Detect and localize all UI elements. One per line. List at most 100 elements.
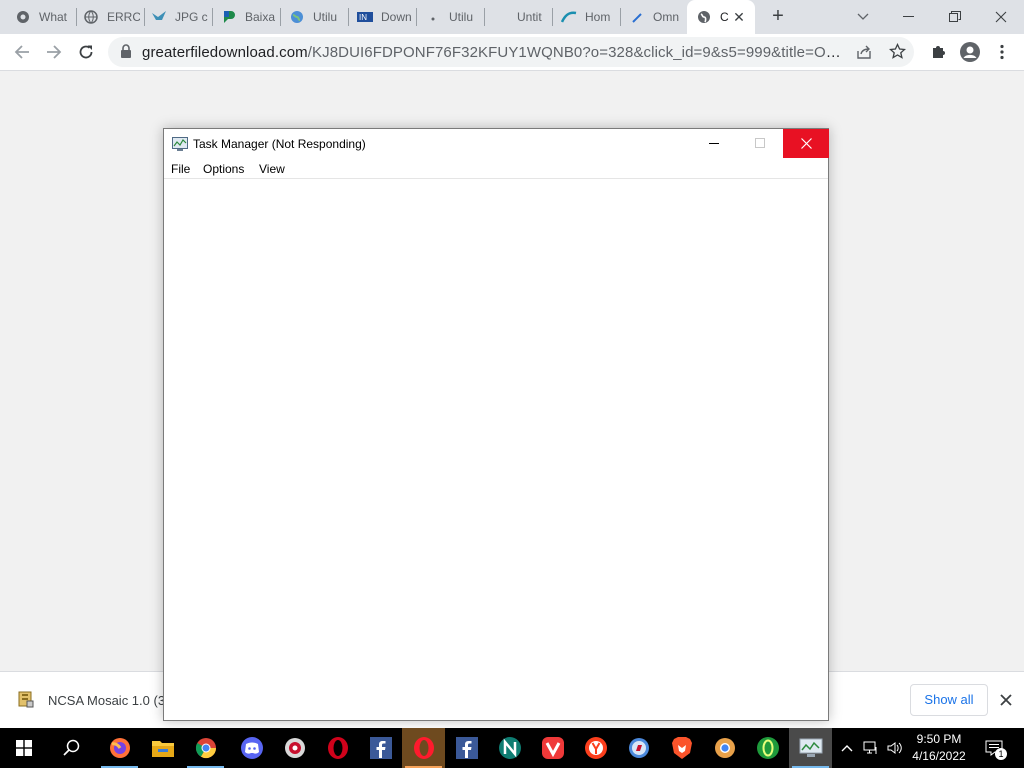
pen-icon	[629, 9, 645, 25]
facebook-icon	[455, 737, 478, 759]
restore-button[interactable]	[932, 0, 978, 34]
menu-options[interactable]: Options	[203, 162, 244, 176]
browser-tab[interactable]: Untit	[478, 0, 550, 34]
netscape-icon	[498, 737, 521, 759]
volume-control[interactable]	[884, 728, 906, 768]
network-status[interactable]	[860, 728, 882, 768]
clock-date: 4/16/2022	[912, 749, 966, 763]
tab-close-icon[interactable]: ✕	[731, 9, 747, 25]
taskbar-facebook-2[interactable]	[445, 728, 488, 768]
taskbar-firefox[interactable]	[98, 728, 141, 768]
brave-icon	[671, 737, 692, 759]
discord-icon	[240, 737, 263, 759]
extensions-button[interactable]	[924, 38, 952, 66]
action-center-button[interactable]: 1	[978, 728, 1010, 768]
browser-tab[interactable]: Utilu	[410, 0, 482, 34]
browser-tab[interactable]: Baixa	[206, 0, 278, 34]
taskbar-facebook[interactable]	[359, 728, 402, 768]
browser-tab[interactable]: What	[0, 0, 70, 34]
taskbar-chrome[interactable]	[184, 728, 227, 768]
task-manager-icon	[799, 738, 822, 757]
minimize-button[interactable]	[886, 0, 932, 34]
profile-button[interactable]	[956, 38, 984, 66]
back-button[interactable]	[8, 38, 36, 66]
tab-label: JPG c	[175, 10, 208, 24]
task-manager-icon	[172, 137, 188, 154]
tm-close-button[interactable]	[783, 129, 829, 158]
search-button[interactable]	[50, 728, 94, 768]
taskbar-vivaldi[interactable]	[531, 728, 574, 768]
url-text[interactable]: greaterfiledownload.com/KJ8DUI6FDPONF76F…	[142, 44, 852, 61]
task-manager-menubar: File Options View	[164, 159, 828, 179]
browser-tab[interactable]: Omn	[614, 0, 686, 34]
browser-tab[interactable]: JPG c	[136, 0, 208, 34]
task-manager-titlebar[interactable]: Task Manager (Not Responding)	[164, 129, 829, 159]
browser-tab-active[interactable]: C ✕	[687, 0, 755, 34]
new-tab-button[interactable]: +	[766, 5, 790, 29]
browser-tab[interactable]: Utilu	[274, 0, 346, 34]
speaker-icon	[887, 742, 902, 754]
taskbar-opera-gx[interactable]	[746, 728, 789, 768]
minimize-icon	[708, 142, 719, 144]
taskbar-netscape[interactable]	[488, 728, 531, 768]
address-bar[interactable]: greaterfiledownload.com/KJ8DUI6FDPONF76F…	[108, 37, 914, 67]
browser-tab[interactable]: ERRC	[68, 0, 140, 34]
gear-icon	[284, 738, 305, 758]
wave-icon	[561, 9, 577, 25]
browser-tab[interactable]: Hom	[546, 0, 618, 34]
taskbar-chrome-alt[interactable]	[703, 728, 746, 768]
tm-minimize-button[interactable]	[691, 129, 737, 158]
show-hidden-icons-button[interactable]	[836, 728, 858, 768]
tab-label: Down	[381, 10, 412, 24]
taskbar-opera-running[interactable]	[402, 728, 445, 768]
forward-arrow-icon	[47, 45, 62, 59]
close-icon	[1000, 694, 1012, 706]
taskbar-yandex[interactable]	[574, 728, 617, 768]
window-title: Task Manager (Not Responding)	[193, 137, 366, 151]
folder-icon	[151, 741, 174, 757]
download-site-icon: IN	[357, 9, 373, 25]
menu-button[interactable]	[988, 38, 1016, 66]
share-icon[interactable]	[856, 44, 872, 63]
windows-logo-icon	[16, 740, 32, 756]
reload-button[interactable]	[72, 38, 100, 66]
facebook-icon	[369, 737, 392, 759]
tab-label: Utilu	[313, 10, 338, 24]
url-host: greaterfiledownload.com	[142, 44, 308, 61]
search-icon	[63, 739, 80, 756]
download-item[interactable]: NCSA Mosaic 1.0 (3.	[18, 690, 169, 711]
tab-search-button[interactable]	[840, 0, 886, 34]
chevron-down-icon	[857, 13, 869, 20]
taskbar-brave[interactable]	[660, 728, 703, 768]
task-manager-window[interactable]: Task Manager (Not Responding) File Optio…	[163, 128, 829, 721]
network-icon	[863, 741, 877, 754]
show-all-button[interactable]: Show all	[910, 684, 988, 716]
forward-button[interactable]	[40, 38, 68, 66]
taskbar-opera[interactable]	[316, 728, 359, 768]
bookmark-star-icon[interactable]	[888, 42, 907, 63]
reload-icon	[79, 45, 93, 59]
close-window-button[interactable]	[978, 0, 1024, 34]
taskbar-web-browser[interactable]	[617, 728, 660, 768]
tab-label: Omn	[653, 10, 680, 24]
system-clock[interactable]: 9:50 PM 4/16/2022	[905, 731, 973, 765]
menu-file[interactable]: File	[171, 162, 190, 176]
start-button[interactable]	[0, 728, 48, 768]
kebab-menu-icon	[1000, 44, 1004, 60]
compass-icon	[628, 738, 649, 758]
lock-icon[interactable]	[120, 44, 132, 62]
taskbar-task-manager[interactable]	[789, 728, 832, 768]
tab-label: Hom	[585, 10, 611, 24]
close-download-bar-button[interactable]	[996, 690, 1016, 710]
taskbar-file-explorer[interactable]	[141, 728, 184, 768]
menu-view[interactable]: View	[259, 162, 285, 176]
vivaldi-icon	[541, 737, 564, 759]
bird-icon	[151, 9, 167, 25]
tm-maximize-button[interactable]	[737, 129, 783, 158]
tab-label: Utilu	[449, 10, 474, 24]
browser-tab[interactable]: IN Down	[342, 0, 414, 34]
taskbar-discord[interactable]	[230, 728, 273, 768]
tab-strip: What ERRC JPG c Baixa Utilu IN Down Util…	[0, 0, 1024, 34]
taskbar-app-red-gear[interactable]	[273, 728, 316, 768]
minimize-icon	[903, 16, 914, 17]
